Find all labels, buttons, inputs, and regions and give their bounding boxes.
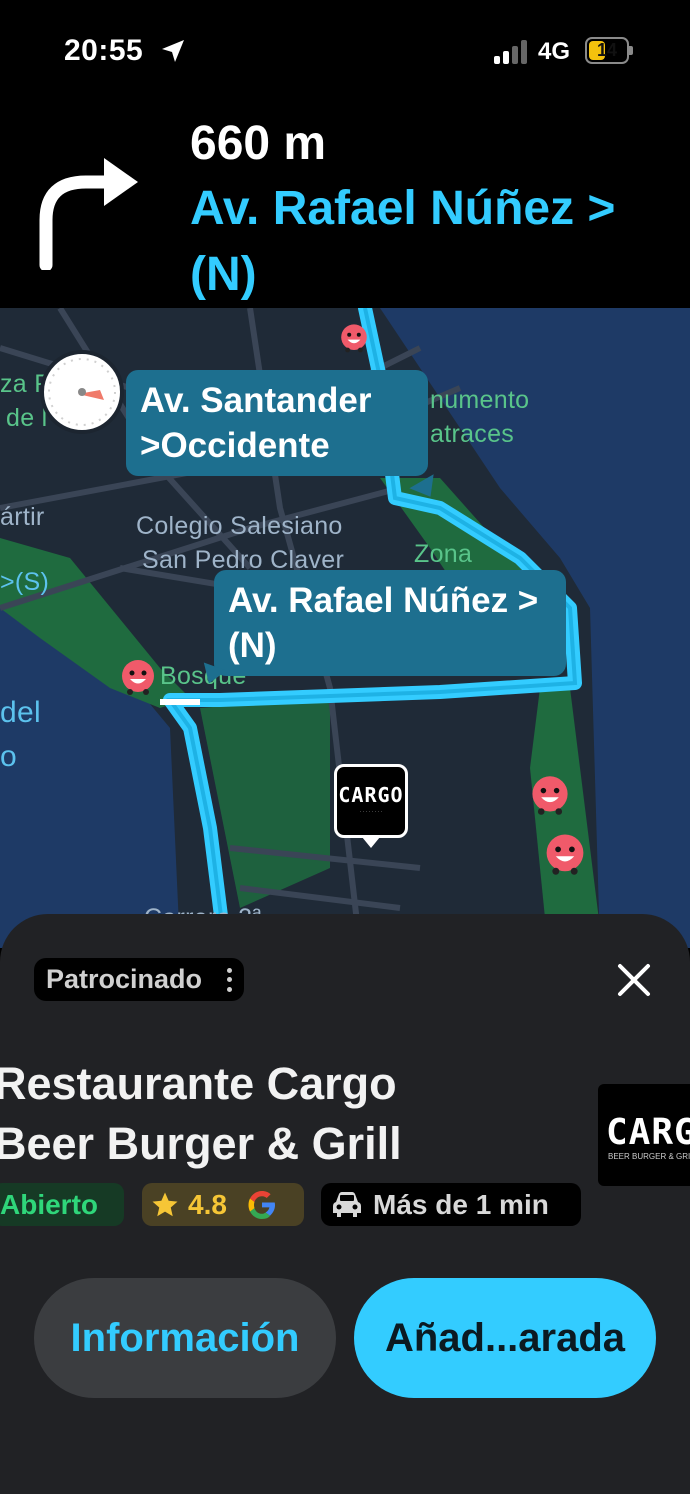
place-name: Restaurante Cargo Beer Burger & Grill [0,1054,574,1174]
car-icon [333,1191,361,1217]
place-details-sheet[interactable]: Patrocinado Restaurante Cargo Beer Burge… [0,914,690,1494]
next-street-name: Av. Rafael Núñez >(N) [190,182,616,301]
battery-level: 14 [596,40,618,60]
status-bar: 20:55 4G 14 [0,0,690,100]
map-label-plaza2: de l [6,404,48,432]
turn-right-icon [39,158,138,270]
map-label-sur: >(S) [0,568,50,596]
add-stop-button[interactable]: Añad...arada [354,1278,656,1398]
street-callout-santander[interactable]: Av. Santander >Occidente [126,370,428,476]
close-icon[interactable] [614,960,654,1000]
information-button[interactable]: Información [34,1278,336,1398]
place-name-line1: Restaurante Cargo [0,1058,397,1109]
restaurant-map-pin[interactable]: CARGO · · · · · · · · [334,764,408,838]
brand-logo-text: CARGO [606,1112,690,1153]
map-label-colegio-line1: Colegio Salesiano [136,512,343,540]
network-type: 4G [538,38,571,65]
poi-logo-text: CARGO [338,783,404,807]
map-label-o: o [0,740,17,773]
wazer-icon[interactable] [528,774,572,816]
wazer-icon[interactable] [338,322,370,354]
open-status-badge: Abierto [0,1183,124,1226]
location-arrow-icon [162,40,184,62]
map-view[interactable]: za F de l numento atraces ártir Colegio … [0,308,690,948]
battery-icon: 14 [585,37,629,64]
open-status-label: Abierto [0,1188,98,1220]
signal-strength-icon [494,40,530,64]
star-icon [152,1192,178,1216]
turn-instruction-banner[interactable]: 660 m Av. Rafael Núñez >(N) [0,100,690,308]
clock: 20:55 [64,34,144,67]
eta-label: Más de 1 min [373,1188,549,1220]
distance-to-turn: 660 m [190,117,327,170]
wazer-icon[interactable] [118,658,158,696]
street-callout-rafael-nunez[interactable]: Av. Rafael Núñez >(N) [214,570,566,676]
rating-badge[interactable]: 4.8 [142,1183,304,1226]
map-label-monumento: numento [430,386,530,414]
eta-badge: Más de 1 min [321,1183,581,1226]
brand-logo-subtitle: BEER BURGER & GRILL [608,1152,690,1161]
map-label-martir: ártir [0,503,45,531]
map-label-del: del [0,696,41,729]
map-label-alcatraces: atraces [430,420,515,448]
wazer-icon[interactable] [542,832,588,876]
sponsored-badge[interactable]: Patrocinado [34,958,245,1001]
google-icon [248,1190,275,1219]
place-name-line2: Beer Burger & Grill [0,1118,402,1169]
sponsored-label: Patrocinado [46,964,203,994]
brand-logo: CARGO BEER BURGER & GRILL [598,1084,690,1186]
rating-value: 4.8 [188,1188,227,1220]
speedometer-icon[interactable] [40,350,124,434]
map-label-zona: Zona [414,540,473,568]
more-options-icon[interactable] [226,967,232,992]
